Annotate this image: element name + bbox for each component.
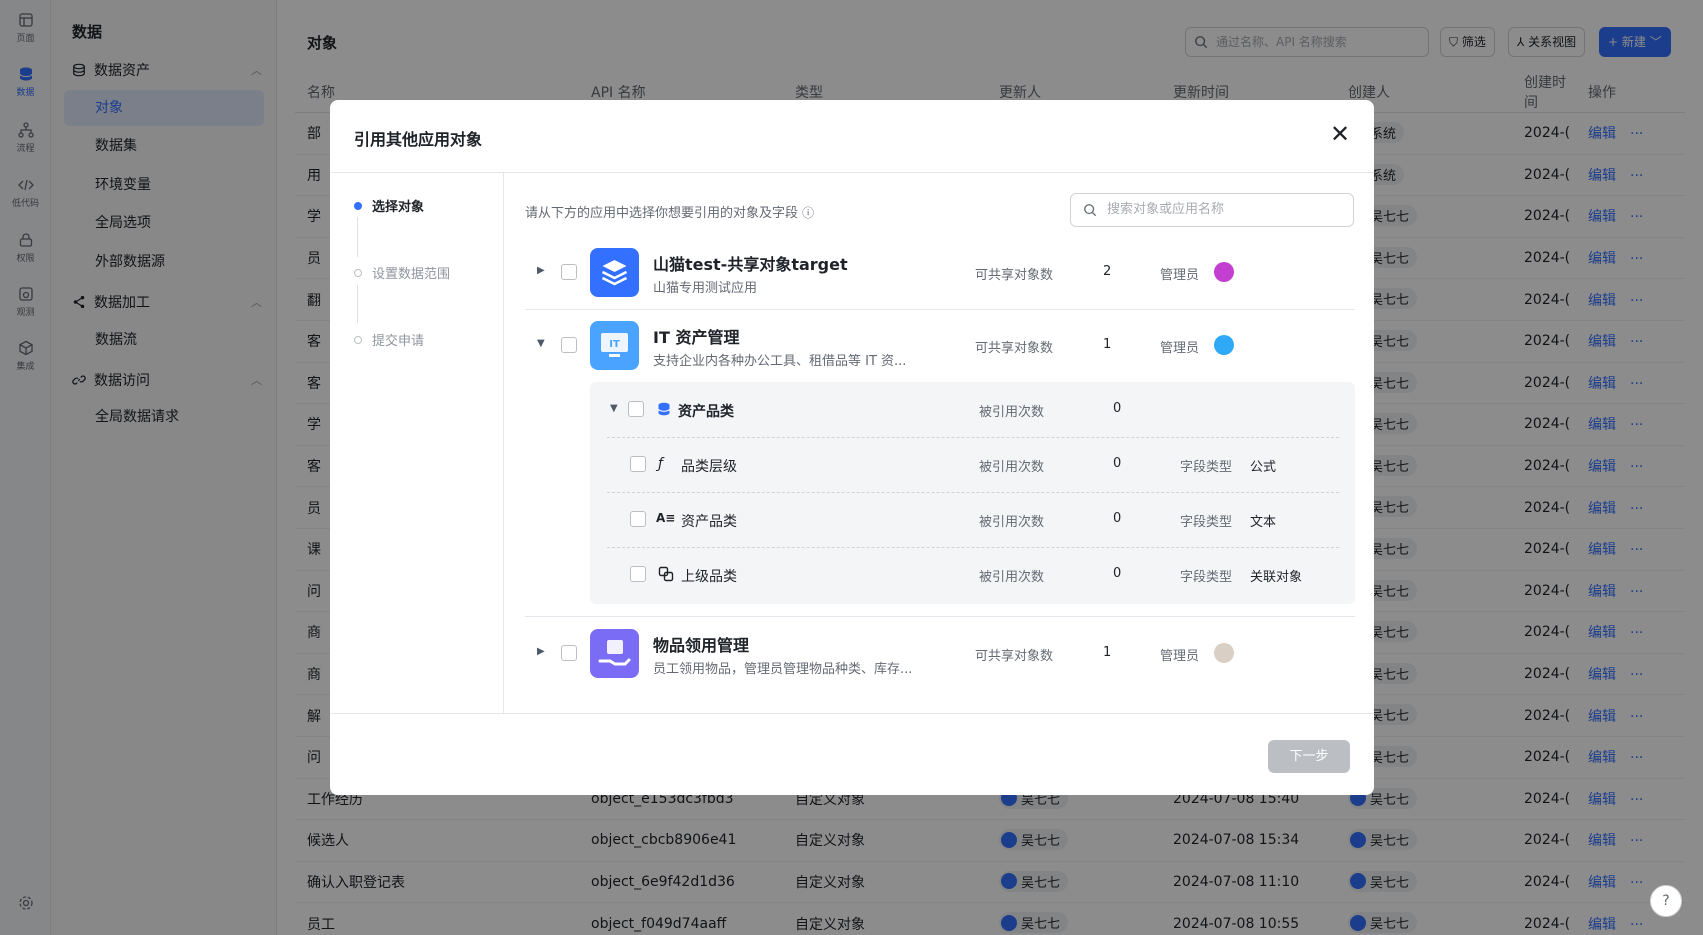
text-field-icon: A≡ bbox=[656, 511, 676, 525]
step-select-object: 选择对象 bbox=[354, 196, 424, 215]
step-dot bbox=[354, 268, 362, 277]
next-step-button[interactable]: 下一步 bbox=[1268, 740, 1350, 773]
dialog-title: 引用其他应用对象 bbox=[354, 130, 483, 149]
shareable-label: 可共享对象数 bbox=[975, 649, 1054, 664]
app-name: IT 资产管理 bbox=[653, 328, 740, 347]
field-checkbox[interactable] bbox=[630, 456, 646, 472]
object-search-input[interactable]: 搜索对象或应用名称 bbox=[1070, 193, 1354, 227]
field-checkbox[interactable] bbox=[630, 511, 646, 527]
reference-object-dialog: 引用其他应用对象 ✕ 选择对象 设置数据范围 提交申请 请从下方的应用中选择你想… bbox=[330, 100, 1374, 795]
formula-icon: ƒ bbox=[658, 456, 663, 472]
close-icon: ✕ bbox=[1329, 120, 1351, 148]
close-button[interactable]: ✕ bbox=[1328, 122, 1352, 146]
hand-box-icon bbox=[598, 640, 631, 666]
ref-count: 0 bbox=[1113, 511, 1122, 526]
ref-label: 被引用次数 bbox=[979, 460, 1045, 475]
dialog-footer: 下一步 bbox=[330, 713, 1374, 795]
step-label: 选择对象 bbox=[372, 200, 425, 215]
ref-count: 0 bbox=[1113, 401, 1122, 416]
object-row[interactable]: ▼ 资产品类 被引用次数 0 bbox=[590, 382, 1355, 437]
app-name: 山猫test-共享对象target bbox=[653, 255, 848, 274]
field-row[interactable]: A≡ 资产品类 被引用次数 0 字段类型 文本 bbox=[590, 492, 1355, 547]
field-row[interactable]: ƒ 品类层级 被引用次数 0 字段类型 公式 bbox=[590, 437, 1355, 492]
collapse-triangle-icon[interactable]: ▼ bbox=[537, 338, 545, 349]
step-label: 提交申请 bbox=[372, 334, 425, 349]
app-checkbox[interactable] bbox=[561, 645, 577, 661]
collapse-triangle-icon[interactable]: ▼ bbox=[610, 403, 618, 414]
search-icon bbox=[1084, 204, 1097, 217]
admin-label: 管理员 bbox=[1160, 268, 1200, 283]
app-name: 物品领用管理 bbox=[653, 636, 750, 655]
step-dot bbox=[354, 335, 362, 344]
app-desc: 员工领用物品，管理员管理物品种类、库存... bbox=[653, 662, 913, 677]
database-icon bbox=[658, 402, 670, 416]
expand-triangle-icon[interactable]: ▶ bbox=[537, 265, 545, 276]
monitor-icon: IT bbox=[601, 333, 628, 357]
field-type-value: 公式 bbox=[1250, 460, 1277, 475]
ref-label: 被引用次数 bbox=[979, 570, 1045, 585]
expand-triangle-icon[interactable]: ▶ bbox=[537, 646, 545, 657]
app-desc: 支持企业内各种办公工具、租借品等 IT 资... bbox=[653, 354, 907, 369]
step-dot bbox=[354, 201, 362, 210]
app-logo bbox=[590, 248, 639, 297]
object-name: 资产品类 bbox=[678, 404, 734, 420]
field-type-label: 字段类型 bbox=[1180, 570, 1233, 585]
app-logo: IT bbox=[590, 321, 639, 370]
field-name: 上级品类 bbox=[681, 569, 737, 585]
help-button[interactable]: ? bbox=[1650, 885, 1682, 917]
field-name: 资产品类 bbox=[681, 514, 737, 530]
ref-label: 被引用次数 bbox=[979, 515, 1045, 530]
app-row[interactable]: ▶ 物品领用管理 员工领用物品，管理员管理物品种类、库存... 可共享对象数 1… bbox=[525, 617, 1355, 690]
info-icon[interactable]: ⓘ bbox=[802, 206, 814, 220]
app-desc: 山猫专用测试应用 bbox=[653, 281, 758, 296]
dialog-header: 引用其他应用对象 ✕ bbox=[330, 100, 1374, 173]
link-object-icon bbox=[658, 566, 674, 582]
app-logo bbox=[590, 629, 639, 678]
help-icon: ? bbox=[1662, 893, 1670, 909]
shareable-count: 1 bbox=[1103, 337, 1112, 352]
object-list-panel: ▼ 资产品类 被引用次数 0 ƒ 品类层级 被引用次数 0 字段类型 公式 A≡… bbox=[590, 382, 1355, 604]
step-submit: 提交申请 bbox=[354, 330, 424, 349]
field-type-label: 字段类型 bbox=[1180, 515, 1233, 530]
object-checkbox[interactable] bbox=[628, 401, 644, 417]
hint-label: 请从下方的应用中选择你想要引用的对象及字段 bbox=[525, 206, 799, 221]
step-set-range: 设置数据范围 bbox=[354, 263, 450, 282]
ref-count: 0 bbox=[1113, 456, 1122, 471]
instruction-text: 请从下方的应用中选择你想要引用的对象及字段 ⓘ bbox=[525, 202, 814, 221]
step-indicator: 选择对象 设置数据范围 提交申请 bbox=[330, 173, 504, 713]
admin-label: 管理员 bbox=[1160, 341, 1200, 356]
admin-label: 管理员 bbox=[1160, 649, 1200, 664]
shareable-label: 可共享对象数 bbox=[975, 268, 1054, 283]
svg-text:IT: IT bbox=[609, 339, 620, 350]
app-checkbox[interactable] bbox=[561, 264, 577, 280]
app-checkbox[interactable] bbox=[561, 337, 577, 353]
field-checkbox[interactable] bbox=[630, 566, 646, 582]
ref-count: 0 bbox=[1113, 566, 1122, 581]
app-row[interactable]: ▶ 山猫test-共享对象target 山猫专用测试应用 可共享对象数 2 管理… bbox=[525, 236, 1355, 309]
admin-avatar bbox=[1214, 335, 1234, 355]
step-label: 设置数据范围 bbox=[372, 267, 451, 282]
shareable-count: 2 bbox=[1103, 264, 1112, 279]
field-type-label: 字段类型 bbox=[1180, 460, 1233, 475]
admin-avatar bbox=[1214, 262, 1234, 282]
app-row[interactable]: ▼ IT IT 资产管理 支持企业内各种办公工具、租借品等 IT 资... 可共… bbox=[525, 309, 1355, 382]
field-row[interactable]: 上级品类 被引用次数 0 字段类型 关联对象 bbox=[590, 547, 1355, 602]
step-connector bbox=[357, 285, 358, 323]
field-name: 品类层级 bbox=[681, 459, 737, 475]
field-type-value: 文本 bbox=[1250, 515, 1277, 530]
shareable-count: 1 bbox=[1103, 645, 1112, 660]
ref-label: 被引用次数 bbox=[979, 405, 1045, 420]
admin-avatar bbox=[1214, 643, 1234, 663]
step-connector bbox=[357, 217, 358, 257]
shareable-label: 可共享对象数 bbox=[975, 341, 1054, 356]
layers-icon bbox=[601, 260, 628, 286]
search-placeholder: 搜索对象或应用名称 bbox=[1107, 202, 1225, 217]
field-type-value: 关联对象 bbox=[1250, 570, 1303, 585]
